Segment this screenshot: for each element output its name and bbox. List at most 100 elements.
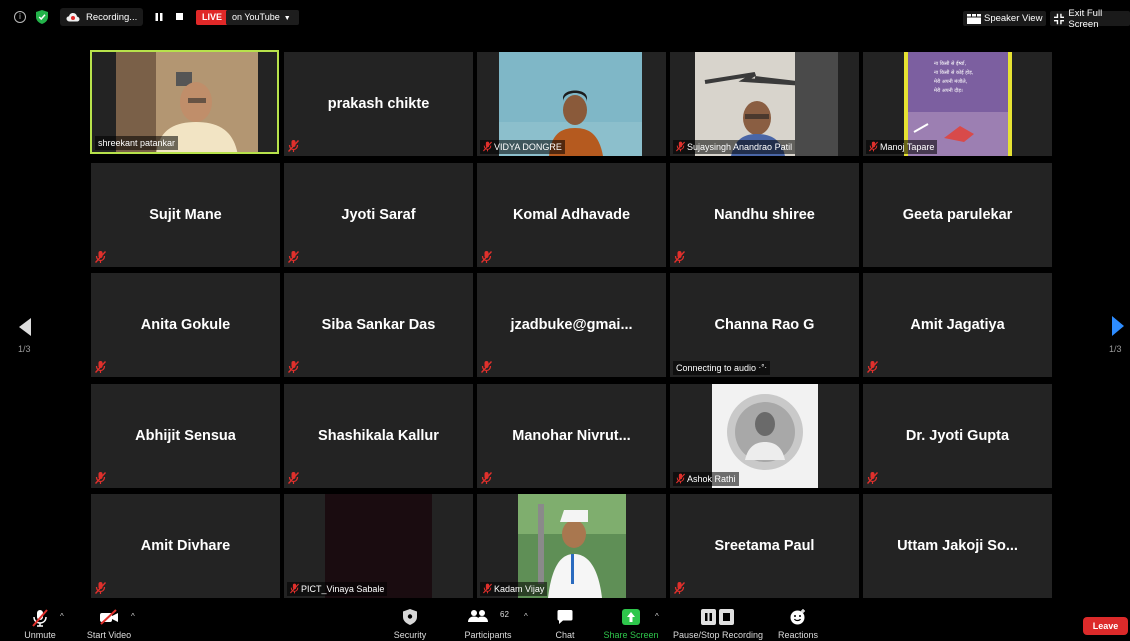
speaker-view-icon (967, 13, 981, 24)
participant-name-label: shreekant patankar (95, 136, 179, 150)
participant-name: Channa Rao G (714, 317, 815, 333)
participant-tile[interactable]: Amit Jagatiya (863, 273, 1052, 377)
participants-label: Participants (464, 630, 512, 640)
pause-stop-recording-label: Pause/Stop Recording (672, 630, 764, 640)
participant-name-text: Ashok Rathi (687, 474, 736, 484)
share-screen-button[interactable]: Share Screen (600, 604, 662, 641)
muted-microphone-icon (288, 472, 299, 484)
chat-bubble-icon (557, 610, 573, 624)
poster-line: मेरी अपनी मंजीले, (934, 79, 968, 85)
participant-tile[interactable]: Amit Divhare (91, 494, 280, 598)
live-stream-destination-dropdown[interactable]: on YouTube ▼ (226, 10, 299, 25)
participant-tile[interactable]: Sujaysingh Anandrao Patil (670, 52, 859, 156)
participant-tile[interactable]: Manohar Nivrut... (477, 384, 666, 488)
participant-tile[interactable]: Geeta parulekar (863, 163, 1052, 267)
start-video-button[interactable]: Start Video (80, 604, 138, 641)
previous-page-arrow-icon[interactable] (18, 318, 32, 336)
participant-name: Amit Jagatiya (910, 317, 1005, 333)
pause-recording-icon[interactable] (155, 13, 163, 21)
muted-microphone-icon (674, 251, 685, 263)
muted-microphone-icon (676, 473, 685, 484)
muted-microphone-icon (288, 361, 299, 373)
participant-tile[interactable]: Sreetama Paul (670, 494, 859, 598)
chat-label: Chat (555, 630, 575, 640)
info-icon[interactable]: i (14, 11, 26, 23)
pause-stop-recording-button[interactable]: Pause/Stop Recording (672, 604, 764, 641)
stop-recording-icon[interactable] (176, 13, 183, 20)
chat-button[interactable]: Chat (548, 604, 582, 641)
unmute-label: Unmute (24, 630, 56, 640)
participant-tile[interactable]: Ashok Rathi (670, 384, 859, 488)
participants-icon (468, 610, 488, 622)
muted-microphone-icon (481, 361, 492, 373)
cloud-record-icon (66, 13, 80, 22)
chevron-down-icon: ▼ (283, 15, 291, 22)
muted-microphone-icon (288, 140, 299, 152)
participant-name-label: Manoj Tapare (866, 140, 938, 154)
leave-meeting-button[interactable]: Leave (1083, 617, 1128, 635)
muted-microphone-icon (483, 583, 492, 594)
participant-name-label: VIDYA DONGRE (480, 140, 565, 154)
reactions-button[interactable]: Reactions (776, 604, 820, 641)
participant-tile[interactable]: Siba Sankar Das (284, 273, 473, 377)
participant-name-text: PICT_Vinaya Sabale (301, 584, 385, 594)
participant-name-text: Kadam Vijay (494, 584, 545, 594)
share-options-chevron-icon[interactable]: ^ (655, 612, 659, 621)
participant-name-text: Sujaysingh Anandrao Patil (687, 142, 793, 152)
participant-name-text: Manoj Tapare (880, 142, 935, 152)
participant-name: Sujit Mane (149, 207, 222, 223)
participant-name: Geeta parulekar (902, 207, 1013, 223)
poster-line: ना किसी से कोई होड़, (934, 70, 974, 76)
muted-microphone-icon (483, 141, 492, 152)
exit-fullscreen-icon (1054, 13, 1065, 24)
participant-name-label: PICT_Vinaya Sabale (287, 582, 388, 596)
participant-tile[interactable]: Shashikala Kallur (284, 384, 473, 488)
participant-name: prakash chikte (327, 96, 430, 112)
participant-tile[interactable]: jzadbuke@gmai... (477, 273, 666, 377)
audio-options-chevron-icon[interactable]: ^ (60, 612, 64, 621)
participant-tile[interactable]: Uttam Jakoji So... (863, 494, 1052, 598)
participant-tile[interactable]: Jyoti Saraf (284, 163, 473, 267)
participant-tile[interactable]: Channa Rao G Connecting to audio ·°· (670, 273, 859, 377)
participant-tile[interactable]: shreekant patankar (90, 50, 279, 154)
recording-status-text: Recording... (86, 11, 138, 23)
muted-microphone-icon (674, 582, 685, 594)
participant-name: Shashikala Kallur (318, 428, 439, 444)
security-button[interactable]: Security (386, 604, 434, 641)
participant-tile[interactable]: prakash chikte (284, 52, 473, 156)
participant-name: Amit Divhare (140, 538, 231, 554)
cloud-recording-indicator[interactable]: Recording... (60, 8, 144, 26)
participant-tile[interactable]: Dr. Jyoti Gupta (863, 384, 1052, 488)
participant-tile[interactable]: VIDYA DONGRE (477, 52, 666, 156)
speaker-view-button[interactable]: Speaker View (963, 11, 1047, 26)
participant-tile[interactable]: Nandhu shiree (670, 163, 859, 267)
participant-name: Anita Gokule (140, 317, 231, 333)
unmute-button[interactable]: Unmute (14, 604, 66, 641)
participant-tile[interactable]: Anita Gokule (91, 273, 280, 377)
exit-full-screen-button[interactable]: Exit Full Screen (1050, 8, 1130, 30)
meeting-top-bar: i Recording... LIVE on YouTube ▼ Speaker … (0, 0, 1130, 34)
participant-tile[interactable]: Komal Adhavade (477, 163, 666, 267)
muted-microphone-icon (95, 361, 106, 373)
share-screen-arrow-icon (622, 609, 640, 625)
muted-microphone-icon (95, 472, 106, 484)
participant-tile[interactable]: PICT_Vinaya Sabale (284, 494, 473, 598)
poster-line: ना किसी से ईर्ष्या, (934, 61, 967, 67)
video-options-chevron-icon[interactable]: ^ (131, 612, 135, 621)
participant-tile[interactable]: Abhijit Sensua (91, 384, 280, 488)
connecting-audio-label: Connecting to audio ·°· (673, 361, 771, 375)
participant-name-text: VIDYA DONGRE (494, 142, 562, 152)
next-page-arrow-icon[interactable] (1111, 316, 1125, 336)
muted-microphone-icon (95, 582, 106, 594)
participant-tile[interactable]: ना किसी से ईर्ष्या, ना किसी से कोई होड़,… (863, 52, 1052, 156)
encryption-shield-icon[interactable] (36, 10, 48, 24)
participant-tile[interactable]: Sujit Mane (91, 163, 280, 267)
poster-line: मेरी अपनी दौड़। (934, 88, 963, 94)
connecting-audio-text: Connecting to audio (676, 363, 757, 373)
reactions-label: Reactions (777, 630, 819, 640)
participant-tile[interactable]: Kadam Vijay (477, 494, 666, 598)
security-label: Security (393, 630, 427, 640)
participant-name: Uttam Jakoji So... (897, 538, 1018, 554)
participants-options-chevron-icon[interactable]: ^ (524, 612, 528, 621)
participant-name-label: Ashok Rathi (673, 472, 739, 486)
